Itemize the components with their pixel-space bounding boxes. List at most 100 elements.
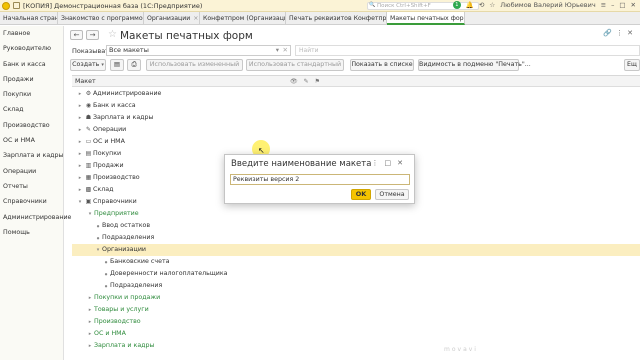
- expand-icon[interactable]: ▸: [76, 136, 84, 148]
- expand-icon[interactable]: ▸: [76, 148, 84, 160]
- history-icon[interactable]: ⟲: [479, 1, 484, 9]
- menu-icon[interactable]: [13, 2, 20, 9]
- template-name-input[interactable]: Реквизиты версия 2: [230, 174, 410, 185]
- sidebar-item[interactable]: Производство: [0, 118, 63, 133]
- forward-button[interactable]: →: [86, 30, 99, 40]
- tab-4[interactable]: Печать реквизитов Конфетпром×: [286, 12, 387, 25]
- more-icon[interactable]: ⋮: [616, 29, 627, 37]
- sidebar-item[interactable]: Руководителю: [0, 41, 63, 56]
- tree-row[interactable]: ● Подразделения: [72, 232, 640, 244]
- flag-icon[interactable]: ⚑: [315, 78, 326, 85]
- expand-icon[interactable]: ▸: [86, 340, 94, 352]
- expand-icon[interactable]: ▸: [76, 88, 84, 100]
- chevron-down-icon[interactable]: ▾: [276, 46, 279, 55]
- expand-icon[interactable]: ▸: [76, 124, 84, 136]
- back-button[interactable]: ←: [70, 30, 83, 40]
- print-visibility-button[interactable]: Видимость в подменю "Печать"...: [418, 59, 531, 71]
- tree-row[interactable]: ▾ Предприятие: [72, 208, 640, 220]
- tree-row[interactable]: ▸ ◉ Банк и касса: [72, 100, 640, 112]
- bullet-icon[interactable]: ●: [102, 268, 110, 280]
- bullet-icon[interactable]: ●: [102, 280, 110, 292]
- tree-row[interactable]: ● Ввод остатков: [72, 220, 640, 232]
- sidebar-item[interactable]: Покупки: [0, 87, 63, 102]
- tree-row[interactable]: ▸ ОС и НМА: [72, 328, 640, 340]
- tree-row[interactable]: ▸ ✎ Операции: [72, 124, 640, 136]
- use-changed-button[interactable]: Использовать измененный: [146, 59, 243, 71]
- tree-row[interactable]: ▸ ☗ Зарплата и кадры: [72, 112, 640, 124]
- tree-row[interactable]: ● Подразделения: [72, 280, 640, 292]
- tree-row[interactable]: ▸ ▭ ОС и НМА: [72, 136, 640, 148]
- sidebar-item[interactable]: Помощь: [0, 225, 63, 240]
- clear-icon[interactable]: ✕: [283, 46, 288, 55]
- expand-icon[interactable]: ▸: [86, 328, 94, 340]
- notifications-badge[interactable]: 1: [452, 1, 461, 9]
- ok-button[interactable]: OK: [351, 189, 371, 200]
- sidebar-item[interactable]: Операции: [0, 164, 63, 179]
- close-icon[interactable]: ✕: [631, 1, 636, 9]
- cancel-button[interactable]: Отмена: [375, 189, 409, 200]
- expand-icon[interactable]: ▾: [76, 196, 84, 208]
- sidebar-item[interactable]: ОС и НМА: [0, 133, 63, 148]
- bullet-icon[interactable]: ●: [94, 220, 102, 232]
- minimize-icon[interactable]: –: [611, 1, 614, 9]
- tree-row[interactable]: ▸ Зарплата и кадры: [72, 340, 640, 352]
- expand-icon[interactable]: ▾: [86, 208, 94, 220]
- tab-close-icon[interactable]: ×: [193, 15, 198, 22]
- bell-icon[interactable]: 🔔: [466, 1, 474, 9]
- bullet-icon[interactable]: ▾: [94, 244, 102, 256]
- tab-3[interactable]: Конфетпром (Организация)×: [200, 12, 286, 25]
- sidebar-item[interactable]: Отчеты: [0, 179, 63, 194]
- more-actions-button[interactable]: Ещ: [624, 59, 640, 71]
- link-icon[interactable]: 🔗: [603, 29, 616, 37]
- maximize-icon[interactable]: □: [619, 1, 625, 9]
- section-icon: ▭: [85, 138, 92, 145]
- dialog-close-icon[interactable]: ✕: [397, 159, 409, 167]
- tree-row[interactable]: ▸ Покупки и продажи: [72, 292, 640, 304]
- tree-row[interactable]: ▸ ⚙ Администрирование: [72, 88, 640, 100]
- eye-icon[interactable]: 👁: [290, 78, 304, 85]
- tree-row[interactable]: ▸ Товары и услуги: [72, 304, 640, 316]
- tab-1[interactable]: Знакомство с программой×: [58, 12, 144, 25]
- bullet-icon[interactable]: ●: [102, 256, 110, 268]
- tree-row[interactable]: ● Банковские счета: [72, 256, 640, 268]
- sidebar-item[interactable]: Администрирование: [0, 210, 71, 225]
- create-button[interactable]: Создать ▾: [70, 59, 106, 71]
- row-label: Предприятие: [94, 210, 139, 217]
- bullet-icon[interactable]: ●: [94, 232, 102, 244]
- settings-icon[interactable]: ≡: [601, 1, 606, 9]
- tab-0[interactable]: Начальная страница: [0, 12, 58, 25]
- expand-icon[interactable]: ▸: [76, 160, 84, 172]
- edit-button[interactable]: ▤: [110, 59, 124, 71]
- sidebar-item[interactable]: Главное: [0, 26, 63, 41]
- tree-row[interactable]: ▸ Производство: [72, 316, 640, 328]
- show-filter-select[interactable]: Все макеты ▾ ✕: [106, 45, 291, 56]
- sidebar-item[interactable]: Справочники: [0, 194, 63, 209]
- sidebar-item[interactable]: Банк и касса: [0, 57, 63, 72]
- dialog-maximize-icon[interactable]: □: [385, 159, 398, 167]
- sidebar-item[interactable]: Зарплата и кадры: [0, 148, 64, 163]
- favorite-star-icon[interactable]: ☆: [108, 29, 117, 40]
- expand-icon[interactable]: ▸: [86, 316, 94, 328]
- user-name[interactable]: Любимов Валерий Юрьевич: [500, 1, 595, 9]
- search-input[interactable]: Найти: [295, 45, 640, 56]
- edit-icon[interactable]: ✎: [304, 78, 315, 85]
- expand-icon[interactable]: ▸: [76, 184, 84, 196]
- expand-icon[interactable]: ▸: [76, 112, 84, 124]
- tab-2[interactable]: Организации ×: [144, 12, 200, 25]
- page-close-icon[interactable]: ✕: [627, 29, 637, 37]
- sidebar-item[interactable]: Склад: [0, 102, 63, 117]
- expand-icon[interactable]: ▸: [76, 100, 84, 112]
- tree-row[interactable]: ● Доверенности налогоплательщика: [72, 268, 640, 280]
- tab-5[interactable]: Макеты печатных форм×: [387, 12, 465, 25]
- star-icon[interactable]: ☆: [489, 1, 495, 9]
- expand-icon[interactable]: ▸: [86, 304, 94, 316]
- expand-icon[interactable]: ▸: [76, 172, 84, 184]
- sidebar-item[interactable]: Продажи: [0, 72, 63, 87]
- tree-row[interactable]: ▾ Организации: [72, 244, 640, 256]
- show-in-list-button[interactable]: Показать в списке: [350, 59, 414, 71]
- print-button[interactable]: ⎙: [127, 59, 141, 71]
- expand-icon[interactable]: ▸: [86, 292, 94, 304]
- dialog-more-icon[interactable]: ⋮: [372, 159, 385, 167]
- tab-label: Конфетпром (Организация): [203, 15, 286, 22]
- use-standard-button[interactable]: Использовать стандартный: [246, 59, 344, 71]
